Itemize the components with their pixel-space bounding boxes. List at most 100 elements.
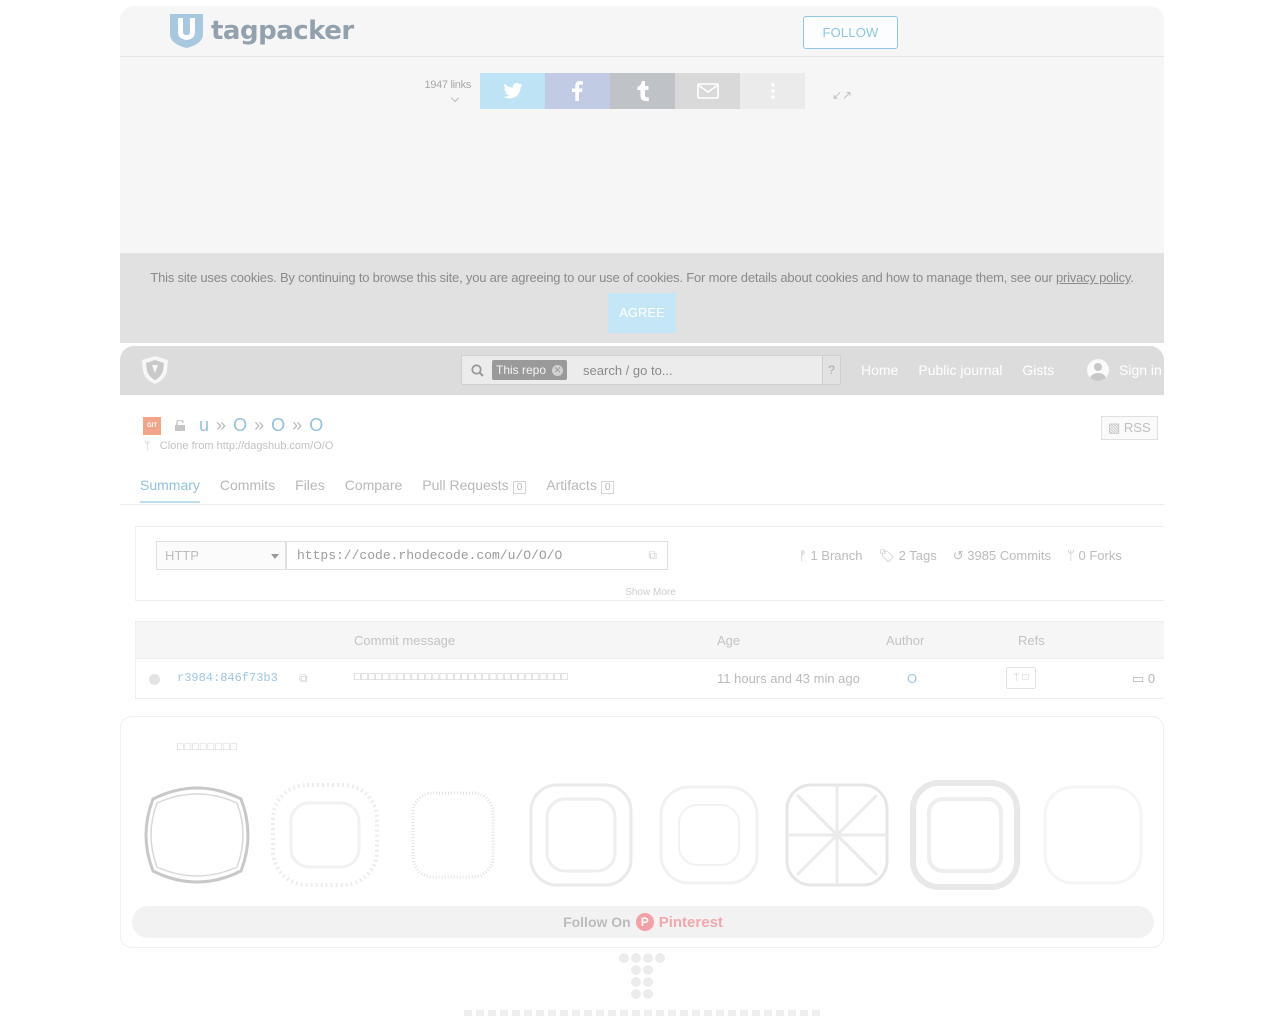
protocol-select[interactable]: HTTP <box>156 541 286 570</box>
commit-hash-link[interactable]: r3984:846f73b3 <box>177 671 278 685</box>
follow-button[interactable]: FOLLOW <box>803 16 898 49</box>
pinterest-brand: Pinterest <box>658 913 723 931</box>
tab-pull-requests-label: Pull Requests <box>422 477 509 493</box>
more-share-button[interactable] <box>740 73 805 109</box>
tab-compare[interactable]: Compare <box>345 477 403 503</box>
cookie-text-line: This site uses cookies. By continuing to… <box>120 253 1164 285</box>
tab-pull-requests[interactable]: Pull Requests 0 <box>422 477 527 503</box>
tagpacker-shield-icon <box>170 14 203 48</box>
copy-hash-icon[interactable]: ⧉ <box>299 671 308 686</box>
clone-from-text[interactable]: Clone from http://dagshub.com/O/O <box>160 440 334 452</box>
commits-stat[interactable]: ↺ 3985 Commits <box>953 548 1051 564</box>
rss-button[interactable]: ▧ RSS <box>1101 416 1158 440</box>
pin-image[interactable] <box>525 779 637 891</box>
nav-home[interactable]: Home <box>861 362 898 378</box>
tabs-divider <box>120 504 1164 505</box>
breadcrumb-owner[interactable]: u <box>199 415 209 435</box>
pin-image[interactable] <box>269 779 381 891</box>
commit-author[interactable]: O <box>907 671 917 686</box>
privacy-policy-link[interactable]: privacy policy <box>1056 270 1130 285</box>
tab-files[interactable]: Files <box>295 477 325 503</box>
pin-image[interactable] <box>781 779 893 891</box>
tab-artifacts[interactable]: Artifacts 0 <box>546 477 615 503</box>
search-scope-label: This repo <box>496 363 547 377</box>
clone-url-text: https://code.rhodecode.com/u/O/O/O <box>297 548 563 563</box>
agree-button[interactable]: AGREE <box>608 293 676 333</box>
clone-url-field[interactable]: https://code.rhodecode.com/u/O/O/O ⧉ <box>286 541 668 570</box>
footer-text <box>464 1010 824 1016</box>
pin-image[interactable] <box>397 779 509 891</box>
cookie-banner: This site uses cookies. By continuing to… <box>120 253 1164 343</box>
branch-icon: ᚠ <box>799 548 807 563</box>
tags-stat[interactable]: 🏷 2 Tags <box>878 548 936 564</box>
sign-in-link[interactable]: Sign in <box>1119 362 1162 378</box>
rhodecode-page: This repo ✕ search / go to... ? Home Publ… <box>120 346 1164 716</box>
git-repo-icon: GIT <box>143 416 161 435</box>
tumblr-icon <box>637 81 649 101</box>
tagpacker-widget: tagpacker FOLLOW 1947 links ↙↗ This site… <box>120 6 1164 343</box>
more-icon <box>770 83 775 99</box>
main-nav-links: Home Public journal Gists <box>861 362 1054 378</box>
pin-image[interactable] <box>909 779 1021 891</box>
nav-public-journal[interactable]: Public journal <box>918 362 1002 378</box>
search-box[interactable]: This repo ✕ search / go to... ? <box>461 355 841 385</box>
forks-label: 0 Forks <box>1078 548 1122 563</box>
link-count-label: 1947 links <box>424 79 471 91</box>
pin-grid <box>141 779 1149 891</box>
clone-from-info: ᛘ Clone from http://dagshub.com/O/O <box>144 440 333 452</box>
commit-comments[interactable]: ▭ 0 <box>1132 671 1155 687</box>
breadcrumb-repo[interactable]: O <box>309 415 323 435</box>
twitter-share-button[interactable] <box>480 73 545 109</box>
commit-age: 11 hours and 43 min ago <box>717 671 860 686</box>
repo-stats: ᚠ 1 Branch 🏷 2 Tags ↺ 3985 Commits ᛘ 0 F… <box>799 548 1122 564</box>
breadcrumb-group-2[interactable]: O <box>271 415 285 435</box>
rss-label: RSS <box>1123 420 1151 435</box>
forks-stat[interactable]: ᛘ 0 Forks <box>1067 548 1122 564</box>
cookie-text-end: . <box>1130 270 1134 285</box>
repo-title: GIT u » O » O » O <box>143 415 325 436</box>
search-help-button[interactable]: ? <box>822 356 840 384</box>
table-row[interactable]: r3984:846f73b3 ⧉ □□□□□□□□□□□□□□□□□□□□□□□… <box>136 658 1164 698</box>
repo-tabs: Summary Commits Files Compare Pull Reque… <box>140 477 615 503</box>
rhodecode-logo-icon[interactable] <box>140 355 170 385</box>
commit-message[interactable]: □□□□□□□□□□□□□□□□□□□□□□□□□□□□□□ <box>354 671 568 683</box>
commit-ref-badge[interactable]: ᛘ □ <box>1006 667 1036 689</box>
artifacts-count: 0 <box>600 481 615 494</box>
pin-image[interactable] <box>1037 779 1149 891</box>
pin-image[interactable] <box>653 779 765 891</box>
tab-artifacts-label: Artifacts <box>546 477 597 493</box>
branches-label: 1 Branch <box>810 548 863 563</box>
show-more-link[interactable]: Show More <box>136 587 1165 598</box>
col-age: Age <box>717 633 741 648</box>
fork-icon: ᛘ <box>1067 548 1075 563</box>
commits-label: 3985 Commits <box>967 548 1052 563</box>
facebook-share-button[interactable] <box>545 73 610 109</box>
search-scope-chip[interactable]: This repo ✕ <box>492 360 568 380</box>
nav-gists[interactable]: Gists <box>1022 362 1054 378</box>
clear-scope-icon[interactable]: ✕ <box>552 364 564 376</box>
copy-url-icon[interactable]: ⧉ <box>648 542 657 569</box>
comment-count: 0 <box>1147 671 1156 686</box>
tab-commits[interactable]: Commits <box>220 477 275 503</box>
mail-icon <box>696 83 719 99</box>
user-menu[interactable]: Sign in <box>1087 359 1162 381</box>
follow-on-pinterest-button[interactable]: Follow On P Pinterest <box>132 906 1154 938</box>
search-icon <box>462 363 492 377</box>
fork-icon: ᛘ <box>144 440 154 452</box>
search-input[interactable]: search / go to... <box>583 363 822 378</box>
tumblr-share-button[interactable] <box>610 73 675 109</box>
pinterest-widget: □□□□□□□□ Follow On P Pinterest <box>120 716 1164 948</box>
col-commit-message: Commit message <box>354 633 456 648</box>
pinterest-board-title: □□□□□□□□ <box>177 741 239 753</box>
avatar-icon <box>1087 359 1109 381</box>
tagpacker-logo[interactable]: tagpacker <box>168 12 354 49</box>
email-share-button[interactable] <box>675 73 740 109</box>
col-author: Author <box>886 633 925 648</box>
breadcrumb-group-1[interactable]: O <box>233 415 247 435</box>
collapse-icon[interactable]: ↙↗ <box>832 88 852 102</box>
branches-stat[interactable]: ᚠ 1 Branch <box>799 548 862 564</box>
pull-requests-count: 0 <box>512 481 527 494</box>
tab-summary[interactable]: Summary <box>140 477 200 503</box>
pin-image[interactable] <box>141 779 253 891</box>
tag-icon: 🏷 <box>878 548 895 563</box>
